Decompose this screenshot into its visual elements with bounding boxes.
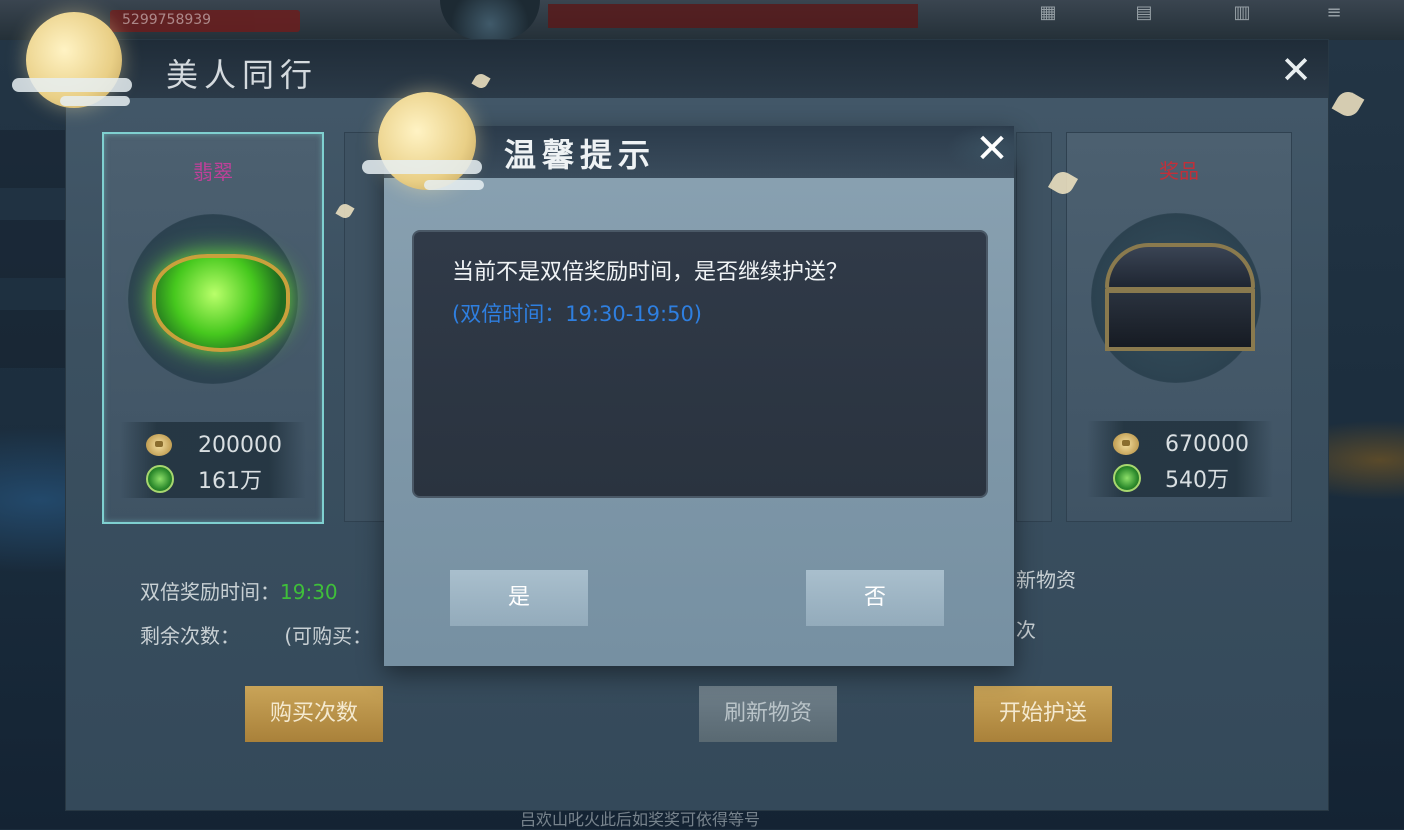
top-hud-bar: 5299758939 ▦ ▤ ▥ ≡ xyxy=(0,0,1404,40)
quest-item[interactable] xyxy=(0,310,66,368)
confirm-no-button[interactable]: 否 xyxy=(806,570,944,626)
hud-menu-icon[interactable]: ▦ xyxy=(1024,2,1072,36)
boss-health-bar xyxy=(548,4,918,28)
cloud-ornament xyxy=(424,180,484,190)
dialog-title: 温馨提示 xyxy=(504,136,657,174)
dialog-double-time: (双倍时间：19:30-19:50) xyxy=(452,302,703,326)
dialog-close-icon[interactable]: ✕ xyxy=(946,124,1038,176)
panel-close-icon[interactable]: ✕ xyxy=(1274,48,1318,92)
quest-item[interactable] xyxy=(0,220,66,278)
cloud-ornament xyxy=(362,160,482,174)
dialog-message: 当前不是双倍奖励时间，是否继续护送？ xyxy=(452,260,849,285)
warm-tip-dialog: 温馨提示 当前不是双倍奖励时间，是否继续护送？ (双倍时间：19:30-19:5… xyxy=(384,126,1014,666)
panel-header: 美人同行 ✕ xyxy=(66,40,1328,98)
moon-ornament-icon xyxy=(378,92,476,190)
left-quest-strip xyxy=(0,130,66,460)
confirm-yes-button[interactable]: 是 xyxy=(450,570,588,626)
panel-title: 美人同行 xyxy=(166,56,319,94)
cloud-ornament xyxy=(12,78,132,92)
hud-immortal-icon[interactable]: ▥ xyxy=(1218,2,1266,36)
hud-treasure-icon[interactable]: ▤ xyxy=(1120,2,1168,36)
player-health-bar: 5299758939 xyxy=(110,10,300,32)
player-id-label: 5299758939 xyxy=(122,12,212,28)
dialog-message-box: 当前不是双倍奖励时间，是否继续护送？ (双倍时间：19:30-19:50) xyxy=(412,230,988,498)
moon-ornament-icon xyxy=(26,12,122,108)
quest-item[interactable] xyxy=(0,130,66,188)
hud-more-icon[interactable]: ≡ xyxy=(1310,2,1358,36)
emblem-icon xyxy=(440,0,540,40)
